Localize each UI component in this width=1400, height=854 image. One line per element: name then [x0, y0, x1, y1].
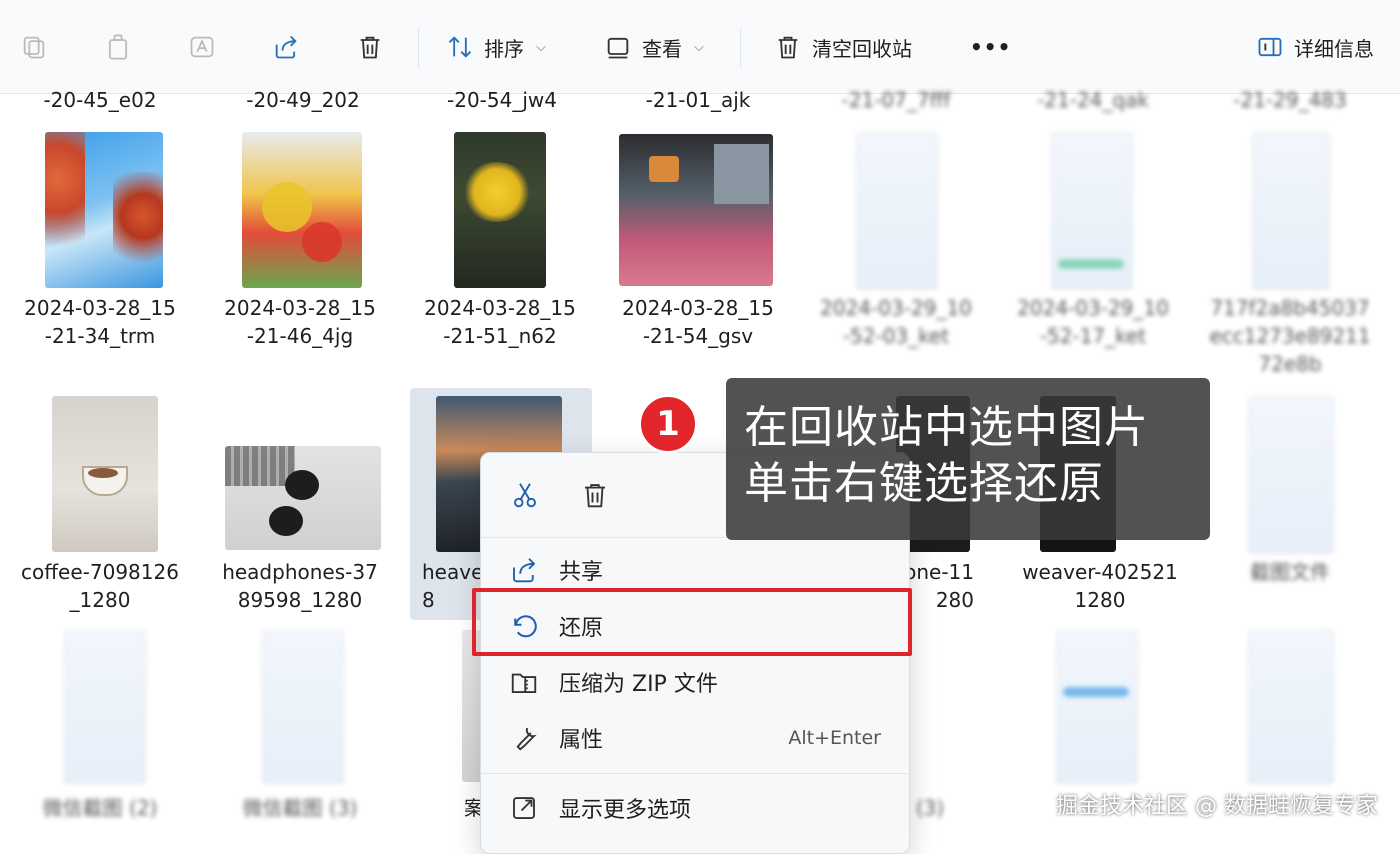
image-thumbnail	[454, 132, 546, 288]
cut-button[interactable]	[20, 26, 48, 68]
cut-button[interactable]	[505, 475, 545, 515]
details-pane-icon	[1258, 37, 1282, 57]
file-name: 2024-03-29_10 -52-17_ket	[1017, 296, 1169, 348]
empty-recycle-bin-label: 清空回收站	[812, 36, 912, 61]
file-tile[interactable]: 微信截图 (2)	[0, 628, 200, 840]
details-label: 详细信息	[1294, 36, 1374, 61]
sort-button[interactable]: 排序 ⌵	[446, 26, 546, 68]
document-thumbnail	[1248, 630, 1334, 784]
file-name: 2024-03-29_10 -52-03_ket	[820, 296, 972, 348]
menu-divider	[481, 773, 909, 774]
share-icon	[275, 35, 297, 59]
file-tile[interactable]: 2024-03-28_15 -21-34_trm	[0, 130, 200, 360]
file-tile[interactable]: headphones-37 89598_1280	[200, 394, 400, 624]
chevron-down-icon: ⌵	[536, 39, 546, 55]
file-name[interactable]: -21-01_ajk	[598, 88, 798, 112]
share-icon	[513, 558, 536, 583]
file-name: weaver-402521 1280	[1022, 560, 1178, 612]
more-options-button[interactable]: •••	[970, 26, 1011, 68]
wrench-icon	[516, 727, 537, 751]
file-name: 2024-03-28_15 -21-54_gsv	[622, 296, 774, 348]
shortcut-hint: Alt+Enter	[788, 727, 881, 749]
document-thumbnail	[1252, 132, 1330, 290]
menu-item-label: 压缩为 ZIP 文件	[559, 672, 718, 697]
instruction-text: 在回收站中选中图片 单击右键选择还原	[744, 402, 1149, 509]
image-thumbnail	[225, 446, 381, 550]
restore-highlight-box	[472, 588, 912, 656]
view-label: 查看	[642, 36, 682, 61]
menu-item-label: 共享	[559, 560, 604, 585]
view-icon	[607, 37, 629, 59]
toolbar-divider	[418, 28, 419, 68]
sort-label: 排序	[484, 36, 524, 61]
cut-icon	[23, 36, 45, 59]
file-name: 2024-03-28_15 -21-51_n62	[424, 296, 576, 348]
document-thumbnail	[856, 132, 938, 290]
file-tile[interactable]	[1190, 628, 1390, 788]
document-thumbnail	[262, 630, 344, 784]
details-button[interactable]: 详细信息	[1256, 26, 1374, 68]
file-name: 微信截图 (3)	[242, 796, 358, 820]
file-name[interactable]: -21-07_7fff	[796, 88, 996, 112]
scissors-icon	[514, 483, 536, 508]
menu-item-compress-zip[interactable]: 压缩为 ZIP 文件	[481, 657, 909, 707]
document-thumbnail	[1248, 396, 1334, 554]
document-thumbnail	[1056, 630, 1138, 784]
menu-item-properties[interactable]: 属性 Alt+Enter	[481, 713, 909, 763]
file-name: 2024-03-28_15 -21-34_trm	[24, 296, 176, 348]
file-tile[interactable]: 2024-03-28_15 -21-46_4jg	[200, 130, 400, 360]
file-tile[interactable]	[1000, 628, 1200, 788]
view-button[interactable]: 查看 ⌵	[604, 26, 704, 68]
file-name: 截图文件	[1250, 560, 1330, 584]
share-button[interactable]	[272, 26, 300, 68]
menu-item-label: 属性	[559, 728, 604, 753]
delete-button[interactable]	[356, 26, 384, 68]
trash-icon	[585, 484, 605, 508]
document-thumbnail	[64, 630, 146, 784]
zip-folder-icon	[511, 673, 537, 693]
delete-button[interactable]	[575, 475, 615, 515]
file-name: 微信截图 (2)	[42, 796, 158, 820]
file-name[interactable]: -20-49_202	[203, 88, 403, 112]
file-name[interactable]: -21-24_qak	[993, 88, 1193, 112]
document-thumbnail	[1051, 132, 1133, 290]
file-name: 717f2a8b45037 ecc1273e89211 72e8b	[1209, 296, 1371, 376]
image-thumbnail	[52, 396, 158, 552]
empty-recycle-bin-button[interactable]: 清空回收站	[774, 26, 912, 68]
instruction-callout: 在回收站中选中图片 单击右键选择还原	[726, 378, 1210, 540]
image-thumbnail	[619, 134, 773, 286]
file-name: 2024-03-28_15 -21-46_4jg	[224, 296, 376, 348]
file-tile[interactable]: 微信截图 (3)	[200, 628, 400, 840]
toolbar-divider	[740, 28, 741, 68]
menu-item-label: 显示更多选项	[559, 798, 692, 823]
more-icon: •••	[970, 35, 1012, 59]
file-name[interactable]: -20-45_e02	[0, 88, 200, 112]
file-tile[interactable]: 717f2a8b45037 ecc1273e89211 72e8b	[1190, 130, 1390, 380]
rename-button[interactable]	[188, 26, 216, 68]
file-tile[interactable]: coffee-7098126 _1280	[0, 394, 200, 624]
step-number-badge: 1	[638, 394, 698, 454]
trash-icon	[778, 36, 798, 59]
file-tile[interactable]: 2024-03-28_15 -21-54_gsv	[598, 130, 798, 360]
menu-item-show-more-options[interactable]: 显示更多选项	[481, 783, 909, 833]
image-thumbnail	[242, 132, 362, 288]
file-tile[interactable]: 2024-03-29_10 -52-17_ket	[993, 130, 1193, 360]
trash-icon	[360, 36, 380, 59]
file-name: coffee-7098126 _1280	[21, 560, 179, 612]
more-options-icon	[513, 797, 535, 819]
file-name[interactable]: -21-29_483	[1190, 88, 1390, 112]
file-tile[interactable]: 2024-03-29_10 -52-03_ket	[796, 130, 996, 360]
copy-icon	[108, 34, 128, 60]
watermark: 掘金技术社区 @ 数据蛙恢复专家	[1056, 794, 1378, 819]
file-name[interactable]: -20-54_jw4	[402, 88, 602, 112]
file-tile[interactable]: 截图文件	[1190, 394, 1390, 624]
sort-icon	[448, 36, 472, 58]
image-thumbnail	[45, 132, 163, 288]
command-bar: 排序 ⌵ 查看 ⌵ 清空回收站 ••• 详细信息	[0, 0, 1400, 94]
file-name: headphones-37 89598_1280	[222, 560, 378, 612]
copy-button[interactable]	[104, 26, 132, 68]
chevron-down-icon: ⌵	[694, 39, 704, 55]
rename-icon	[190, 36, 214, 58]
file-tile[interactable]: 2024-03-28_15 -21-51_n62	[400, 130, 600, 360]
